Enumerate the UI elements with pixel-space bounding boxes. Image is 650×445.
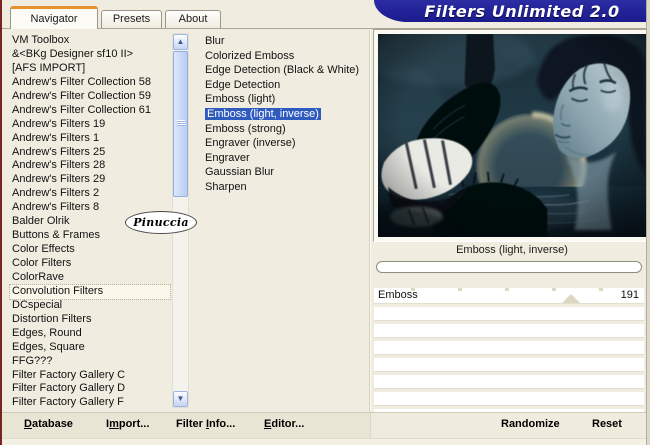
param-row-empty — [374, 307, 644, 321]
database-button[interactable]: Database — [24, 418, 73, 430]
param-row-empty — [374, 392, 644, 406]
filter-item[interactable]: Blur — [203, 34, 367, 49]
tab-about[interactable]: About — [165, 10, 221, 29]
category-item[interactable]: Andrew's Filter Collection 61 — [10, 104, 170, 118]
category-item[interactable]: Convolution Filters — [9, 283, 171, 300]
scroll-down-icon[interactable]: ▼ — [173, 391, 188, 407]
category-item[interactable]: Andrew's Filters 28 — [10, 159, 170, 173]
category-item[interactable]: Distortion Filters — [10, 313, 170, 327]
category-item[interactable]: FFG??? — [10, 355, 170, 369]
category-item[interactable]: Filter Factory Gallery D — [10, 382, 170, 396]
category-item[interactable]: Andrew's Filters 29 — [10, 173, 170, 187]
category-item[interactable]: Filter Factory Gallery F — [10, 396, 170, 410]
param-slider-emboss[interactable]: Emboss 191 — [374, 288, 644, 304]
category-item[interactable]: Edges, Square — [10, 341, 170, 355]
selected-filter[interactable]: Emboss (light, inverse) — [205, 107, 321, 120]
param-value: 191 — [620, 289, 639, 301]
param-row-empty — [374, 324, 644, 338]
category-item[interactable]: &<BKg Designer sf10 II> — [10, 48, 170, 62]
category-item[interactable]: Andrew's Filter Collection 59 — [10, 90, 170, 104]
filter-item[interactable]: Edge Detection — [203, 78, 367, 93]
slider-tick — [599, 288, 603, 291]
category-item[interactable]: Color Filters — [10, 257, 170, 271]
param-row-empty — [374, 375, 644, 389]
category-item[interactable]: Andrew's Filters 19 — [10, 118, 170, 132]
category-item[interactable]: Filter Factory Gallery C — [10, 369, 170, 383]
category-item[interactable]: ColorRave — [10, 271, 170, 285]
filter-item[interactable]: Engraver (inverse) — [203, 136, 367, 151]
category-item[interactable]: [AFS IMPORT] — [10, 62, 170, 76]
watermark-bubble: Pinuccia — [125, 211, 197, 234]
slider-tick — [458, 288, 462, 291]
panel-divider — [369, 30, 370, 412]
slider-tick — [505, 288, 509, 291]
param-row-empty — [374, 358, 644, 372]
filter-item[interactable]: Edge Detection (Black & White) — [203, 63, 367, 78]
scrollbar-grip — [177, 120, 185, 126]
category-item[interactable]: VM Toolbox — [10, 34, 170, 48]
reset-button[interactable]: Reset — [592, 418, 622, 430]
filter-item[interactable]: Gaussian Blur — [203, 165, 367, 180]
tab-navigator[interactable]: Navigator — [10, 6, 98, 29]
category-item[interactable]: Andrew's Filter Collection 58 — [10, 76, 170, 90]
category-item[interactable]: Andrew's Filters 2 — [10, 187, 170, 201]
filter-item[interactable]: Emboss (light, inverse) — [203, 107, 367, 122]
window-title: Filters Unlimited 2.0 — [424, 1, 620, 21]
title-banner: Filters Unlimited 2.0 — [374, 0, 650, 22]
watermark-text: Pinuccia — [133, 216, 189, 229]
preview-frame — [373, 29, 650, 242]
bottom-strip — [2, 438, 650, 445]
filter-item[interactable]: Engraver — [203, 151, 367, 166]
import-button[interactable]: Import... — [106, 418, 149, 430]
filter-item[interactable]: Colorized Emboss — [203, 49, 367, 64]
filter-item[interactable]: Sharpen — [203, 180, 367, 195]
tab-presets[interactable]: Presets — [101, 10, 162, 29]
param-name: Emboss — [378, 289, 418, 301]
preview-caption: Emboss (light, inverse) — [456, 244, 568, 256]
scroll-up-icon[interactable]: ▲ — [173, 34, 188, 50]
slider-tick — [552, 288, 556, 291]
preview-image — [378, 34, 646, 237]
category-item[interactable]: Edges, Round — [10, 327, 170, 341]
param-row-empty — [374, 341, 644, 355]
category-item[interactable]: Color Effects — [10, 243, 170, 257]
progress-bar — [376, 261, 642, 273]
category-item[interactable]: Andrew's Filters 1 — [10, 132, 170, 146]
window-right-border — [646, 0, 650, 445]
filter-item[interactable]: Emboss (light) — [203, 92, 367, 107]
scrollbar-thumb[interactable] — [173, 51, 188, 197]
filter-item[interactable]: Emboss (strong) — [203, 122, 367, 137]
editor-button[interactable]: Editor... — [264, 418, 304, 430]
filters-unlimited-window: Filters Unlimited 2.0 Navigator Presets … — [0, 0, 650, 445]
filter-info-button[interactable]: Filter Info... — [176, 418, 235, 430]
filter-list: Blur Colorized Emboss Edge Detection (Blac… — [203, 34, 367, 412]
slider-thumb-icon[interactable] — [562, 294, 580, 303]
randomize-button[interactable]: Randomize — [501, 418, 560, 430]
category-item[interactable]: DCspecial — [10, 299, 170, 313]
footer-bar: Database Import... Filter Info... Editor...… — [2, 412, 650, 439]
category-item[interactable]: Andrew's Filters 25 — [10, 146, 170, 160]
